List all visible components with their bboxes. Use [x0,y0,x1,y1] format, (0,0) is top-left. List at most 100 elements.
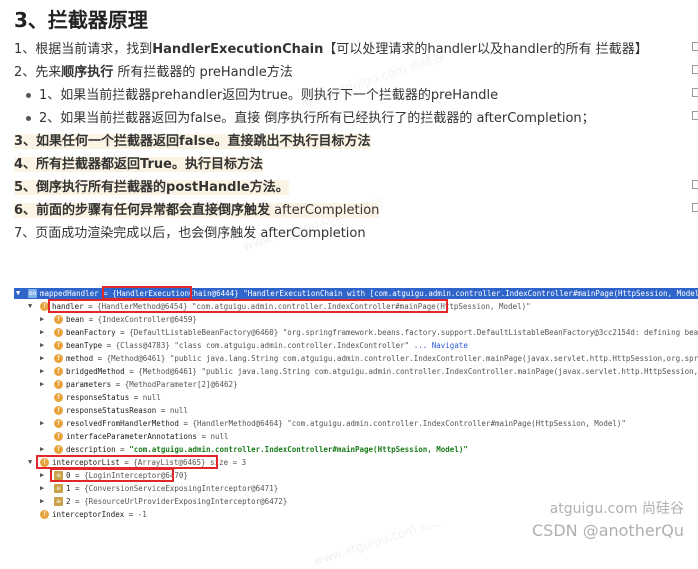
chevron-down-icon[interactable]: ▼ [16,288,20,299]
navigate-link[interactable]: ... Navigate [414,341,468,350]
tree-row-responseStatus[interactable]: f responseStatus = null [14,392,698,403]
chevron-right-icon[interactable]: ▶ [40,327,44,338]
text: 3、如果任何一个拦截器返回false。直接跳出不执行目标方法 [14,134,371,149]
var-value: {HandlerMethod@6464} "com.atguigu.admin.… [192,419,626,428]
chevron-right-icon[interactable]: ▶ [40,366,44,377]
chevron-down-icon[interactable]: ▼ [28,457,32,468]
var-value: null [210,432,229,441]
list-item-icon: ≡ [54,484,63,493]
var-name: responseStatus [66,393,130,402]
chevron-right-icon[interactable]: ▶ [40,353,44,364]
field-icon: f [54,315,63,324]
text-line-2-2: 2、如果当前拦截器返回为false。直接 倒序执行所有已经执行了的拦截器的 af… [26,109,595,129]
equals: = [129,393,143,402]
tree-row-method[interactable]: ▶ f method = {Method@6461} "public java.… [14,353,698,364]
chevron-right-icon[interactable]: ▶ [40,314,44,325]
text: 2、先来 [14,65,62,80]
field-icon: f [54,432,63,441]
chevron-right-icon[interactable]: ▶ [40,418,44,429]
equals: = [70,484,85,493]
bullet-icon [26,93,31,98]
field-icon: f [54,406,63,415]
margin-mark [692,111,698,120]
var-value: {ResourceUrlProviderExposingInterceptor@… [84,497,288,506]
var-value: {ConversionServiceExposingInterceptor@64… [84,484,279,493]
var-name: description [66,445,116,454]
text: 5、倒序执行所有拦截器的postHandle方法。 [14,180,289,195]
var-name: interfaceParameterAnnotations [66,432,197,441]
text-line-1: 1、根据当前请求，找到HandlerExecutionChain【可以处理请求的… [14,40,648,60]
chevron-right-icon[interactable]: ▶ [40,483,44,494]
tree-row-parameters[interactable]: ▶ f parameters = {MethodParameter[2]@646… [14,379,698,390]
field-icon: f [54,380,63,389]
field-icon: f [54,354,63,363]
var-name: resolvedFromHandlerMethod [66,419,179,428]
text-line-4: 4、所有拦截器都返回True。执行目标方法 [14,155,263,175]
var-name: interceptorIndex [52,510,125,519]
highlight-box-interceptor-list [36,455,218,469]
margin-mark [692,88,698,97]
margin-mark [692,203,698,212]
tree-row-description[interactable]: ▶ f description = "com.atguigu.admin.con… [14,444,698,455]
tree-row-beanFactory[interactable]: ▶ f beanFactory = {DefaultListableBeanFa… [14,327,698,338]
equals: = [124,510,138,519]
var-value: {Method@6461} "public java.lang.String c… [106,354,698,363]
chevron-right-icon[interactable]: ▶ [40,379,44,390]
equals: = [93,354,107,363]
tree-row-responseStatusReason[interactable]: f responseStatusReason = null [14,405,698,416]
csdn-watermark: CSDN @anotherQu [531,521,684,540]
var-name: parameters [66,380,112,389]
chevron-right-icon[interactable]: ▶ [40,340,44,351]
margin-mark [692,180,698,189]
text: 1、根据当前请求，找到 [14,42,153,57]
equals: = [102,341,116,350]
bullet-icon [26,116,31,121]
tree-row-interceptor-1[interactable]: ▶ ≡ 1 = {ConversionServiceExposingInterc… [14,483,698,494]
equals: = [84,315,98,324]
highlight-box-handler [48,299,448,313]
debugger-variables-panel: ▼ oo mappedHandler = {HandlerExecutionCh… [14,285,698,525]
text: 所有拦截器的 preHandle方法 [113,65,293,80]
tree-row-beanType[interactable]: ▶ f beanType = {Class@4783} "class com.a… [14,340,698,351]
equals: = [70,497,85,506]
page-title: 3、拦截器原理 [14,8,148,32]
field-icon: f [54,393,63,402]
field-icon: f [54,328,63,337]
text-line-2-1: 1、如果当前拦截器prehandler返回为true。则执行下一个拦截器的pre… [26,86,498,106]
chevron-right-icon[interactable]: ▶ [40,496,44,507]
field-icon: f [54,419,63,428]
emphasis: HandlerExecutionChain [152,42,324,57]
tree-row-bean[interactable]: ▶ f bean = {IndexController@6459} [14,314,698,325]
var-name: beanType [66,341,103,350]
tree-row-resolvedFromHandlerMethod[interactable]: ▶ f resolvedFromHandlerMethod = {Handler… [14,418,698,429]
var-name: method [66,354,94,363]
margin-mark [692,42,698,51]
text: 2、如果当前拦截器返回为false。直接 倒序执行所有已经执行了的拦截器的 af… [39,111,595,126]
chevron-right-icon[interactable]: ▶ [40,470,44,481]
emphasis: 顺序执行 [61,65,114,80]
var-value: null [169,406,188,415]
var-value: null [142,393,161,402]
chevron-down-icon[interactable]: ▼ [28,301,32,312]
field-icon: f [40,510,49,519]
text: 1、如果当前拦截器prehandler返回为true。则执行下一个拦截器的pre… [39,88,499,103]
highlight-box-chain [102,286,192,300]
var-name: mappedHandler [40,289,99,298]
emphasis: 6、前面的步骤有任何异常都会直接倒序触发 [14,203,271,218]
equals: = [124,367,139,376]
text-line-5: 5、倒序执行所有拦截器的postHandle方法。 [14,178,289,198]
text-line-7: 7、页面成功渲染完成以后，也会倒序触发 afterCompletion [14,224,366,244]
text-line-6: 6、前面的步骤有任何异常都会直接倒序触发 afterCompletion [14,201,380,221]
var-value: -1 [137,510,147,519]
tree-row-bridgedMethod[interactable]: ▶ f bridgedMethod = {Method@6461} "publi… [14,366,698,377]
var-name: bean [66,315,85,324]
var-value: {Class@4783} "class com.atguigu.admin.co… [115,341,410,350]
field-icon: f [54,445,63,454]
chevron-right-icon[interactable]: ▶ [40,444,44,455]
variable-icon: oo [28,289,37,298]
tree-row-interfaceParameterAnnotations[interactable]: f interfaceParameterAnnotations = null [14,431,698,442]
equals: = [115,328,130,337]
field-icon: f [54,367,63,376]
equals: = [156,406,170,415]
text-line-3: 3、如果任何一个拦截器返回false。直接跳出不执行目标方法 [14,132,371,152]
